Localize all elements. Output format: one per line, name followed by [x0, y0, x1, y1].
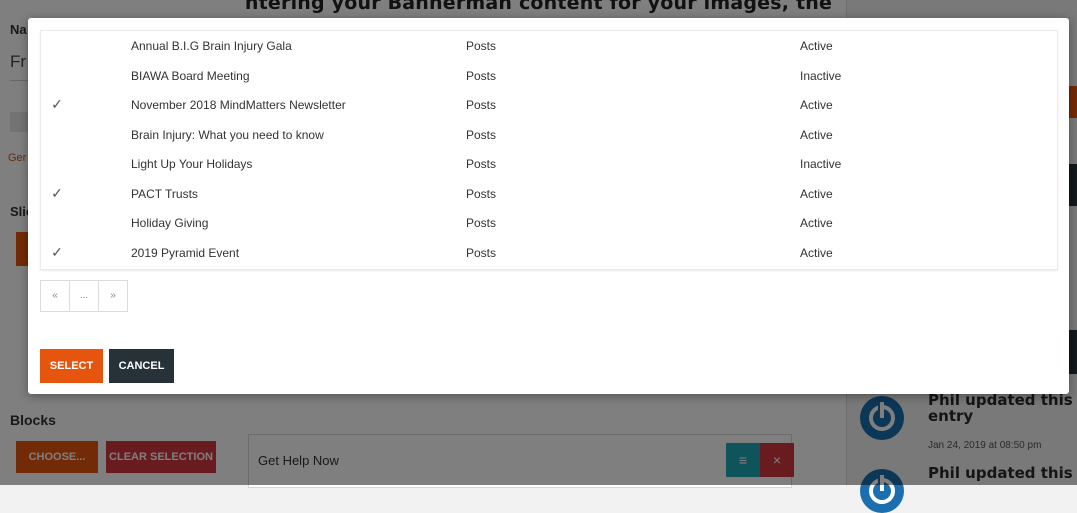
entry-title: Brain Injury: What you need to know	[131, 127, 324, 142]
check-icon	[49, 214, 65, 230]
entry-status: Inactive	[800, 157, 842, 171]
entry-type: Posts	[466, 98, 497, 112]
entry-type: Posts	[466, 245, 497, 260]
check-icon	[49, 67, 65, 83]
entry-title: BIAWA Board Meeting	[131, 68, 250, 83]
entry-status: Active	[800, 98, 833, 112]
select-button[interactable]: SELECT	[40, 349, 103, 383]
entry-status: Inactive	[800, 68, 842, 83]
select-entries-modal: Annual B.I.G Brain Injury Gala Posts Act…	[28, 18, 1069, 394]
prev-page-button[interactable]: «	[41, 281, 70, 311]
entry-title: PACT Trusts	[131, 186, 198, 201]
entry-title: Light Up Your Holidays	[131, 157, 253, 171]
entry-title: Holiday Giving	[131, 216, 209, 230]
next-page-button[interactable]: »	[99, 281, 127, 311]
entry-title: November 2018 MindMatters Newsletter	[131, 98, 346, 112]
entry-type: Posts	[466, 68, 497, 83]
table-row[interactable]: Brain Injury: What you need to know Post…	[41, 120, 1057, 150]
entry-status: Active	[800, 39, 833, 53]
check-icon: ✓	[51, 243, 63, 260]
entry-status: Active	[800, 186, 833, 201]
table-row[interactable]: ✓ November 2018 MindMatters Newsletter P…	[41, 90, 1057, 120]
entry-type: Posts	[466, 216, 497, 230]
entry-status: Active	[800, 216, 833, 230]
check-icon	[49, 155, 65, 171]
check-icon	[49, 37, 65, 53]
table-row[interactable]: ✓ PACT Trusts Posts Active	[41, 179, 1057, 209]
entry-type: Posts	[466, 127, 497, 142]
entry-status: Active	[800, 127, 833, 142]
entry-title: 2019 Pyramid Event	[131, 245, 240, 260]
check-icon	[49, 126, 65, 142]
entry-type: Posts	[466, 186, 497, 201]
table-row[interactable]: Light Up Your Holidays Posts Inactive	[41, 149, 1057, 179]
entries-table: Annual B.I.G Brain Injury Gala Posts Act…	[40, 30, 1058, 270]
entry-type: Posts	[466, 39, 497, 53]
table-row[interactable]: Annual B.I.G Brain Injury Gala Posts Act…	[41, 31, 1057, 61]
check-icon: ✓	[51, 96, 63, 112]
entry-title: Annual B.I.G Brain Injury Gala	[131, 39, 292, 53]
pagination: « ... »	[40, 280, 128, 312]
table-row[interactable]: BIAWA Board Meeting Posts Inactive	[41, 61, 1057, 91]
cancel-button[interactable]: CANCEL	[109, 349, 174, 383]
check-icon: ✓	[51, 184, 63, 201]
entry-type: Posts	[466, 157, 497, 171]
table-row[interactable]: ✓ 2019 Pyramid Event Posts Active	[41, 238, 1057, 268]
entry-status: Active	[800, 245, 833, 260]
table-row[interactable]: Holiday Giving Posts Active	[41, 208, 1057, 238]
pagination-ellipsis: ...	[70, 281, 99, 311]
